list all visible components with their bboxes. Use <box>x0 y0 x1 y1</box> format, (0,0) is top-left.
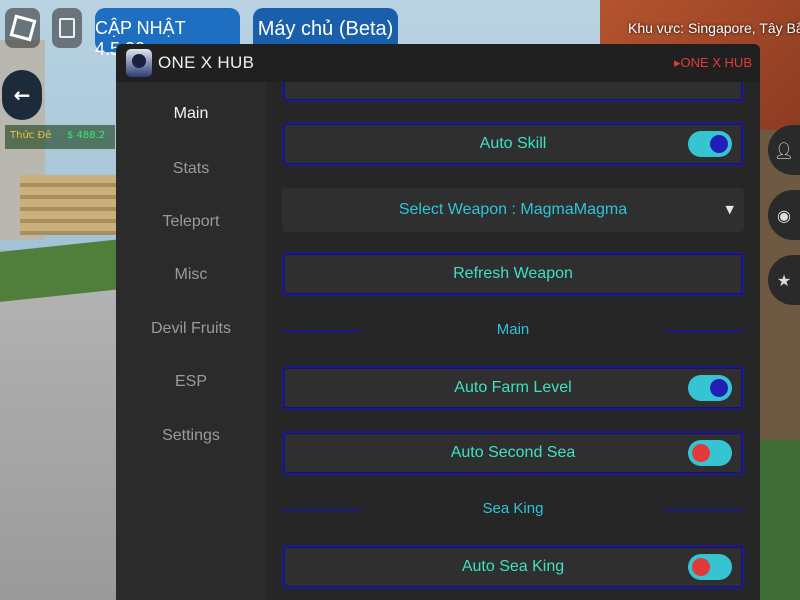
auto-second-sea-label: Auto Second Sea <box>450 444 576 461</box>
hub-avatar-icon <box>126 49 152 77</box>
sidebar-item-devil-fruits[interactable]: Devil Fruits <box>116 320 266 338</box>
refresh-weapon-button[interactable]: Refresh Weapon <box>282 252 744 296</box>
hub-title-bar[interactable]: ONE X HUB ▸ONE X HUB <box>116 44 760 82</box>
stairs <box>20 175 120 235</box>
sidebar-item-esp[interactable]: ESP <box>116 373 266 391</box>
chevron-down-icon: ▼ <box>725 203 734 216</box>
roblox-logo-icon <box>9 14 36 42</box>
auto-sea-king-row[interactable]: Auto Sea King <box>282 545 744 589</box>
running-icon: ★ <box>776 270 792 290</box>
select-weapon-label: Select Weapon : MagmaMagma <box>398 201 628 218</box>
sidebar-item-stats[interactable]: Stats <box>116 160 266 178</box>
refresh-weapon-label: Refresh Weapon <box>453 265 573 282</box>
auto-second-sea-toggle[interactable] <box>688 440 732 466</box>
roblox-menu-button[interactable] <box>5 8 40 48</box>
auto-skill-label: Auto Skill <box>479 135 547 152</box>
auto-sea-king-label: Auto Sea King <box>461 558 565 575</box>
hud-left-text: Thức Đê <box>10 130 52 141</box>
hub-window: ONE X HUB ▸ONE X HUB Main Stats Teleport… <box>116 44 760 600</box>
auto-farm-level-row[interactable]: Auto Farm Level <box>282 366 744 410</box>
hud-strip: Thức Đê $ 488.2 <box>5 125 115 149</box>
auto-farm-level-toggle[interactable] <box>688 375 732 401</box>
auto-sea-king-toggle[interactable] <box>688 554 732 580</box>
back-arrow-icon: ← <box>13 83 31 107</box>
sidebar-item-main[interactable]: Main <box>116 105 266 123</box>
back-button[interactable]: ← <box>2 70 42 120</box>
section-main-header: Main <box>282 318 744 342</box>
hub-brand-tag: ▸ONE X HUB <box>673 55 752 70</box>
chat-icon <box>59 18 75 38</box>
auto-farm-level-label: Auto Farm Level <box>454 379 572 396</box>
sidebar: Main Stats Teleport Misc Devil Fruits ES… <box>116 82 266 600</box>
sidebar-item-settings[interactable]: Settings <box>116 427 266 445</box>
content-panel[interactable]: Auto Skill Select Weapon : MagmaMagma ▼ … <box>276 82 760 600</box>
eye-icon: ◉ <box>777 205 791 225</box>
sidebar-item-teleport[interactable]: Teleport <box>116 213 266 231</box>
auto-skill-row[interactable]: Auto Skill <box>282 122 744 166</box>
region-label: Khu vực: Singapore, Tây Bắc <box>628 20 800 36</box>
sidebar-item-misc[interactable]: Misc <box>116 266 266 284</box>
hub-title: ONE X HUB <box>158 53 255 72</box>
auto-second-sea-row[interactable]: Auto Second Sea <box>282 431 744 475</box>
auto-skill-toggle[interactable] <box>688 131 732 157</box>
scrolled-row[interactable] <box>282 82 744 102</box>
chat-button[interactable] <box>52 8 82 48</box>
hud-money-text: $ 488.2 <box>67 130 106 141</box>
grass-right <box>760 440 800 600</box>
select-weapon-dropdown[interactable]: Select Weapon : MagmaMagma ▼ <box>282 188 744 232</box>
person-icon: 👤︎ <box>773 140 795 160</box>
section-sea-king-header: Sea King <box>282 497 744 521</box>
